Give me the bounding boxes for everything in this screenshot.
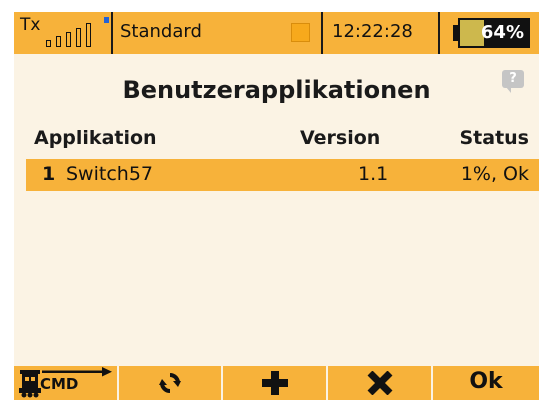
row-status: 1%, Ok — [460, 163, 529, 185]
help-icon-tail — [506, 87, 511, 93]
signal-bar-2 — [56, 36, 61, 47]
screen: Tx Standard 12:22:28 64% Benutzerapplika… — [14, 12, 539, 400]
status-divider — [321, 12, 323, 54]
status-bar: Tx Standard 12:22:28 64% — [14, 12, 539, 54]
ok-button[interactable]: Ok — [433, 366, 539, 400]
x-icon — [367, 371, 393, 395]
signal-bar-3 — [66, 32, 71, 47]
ok-label: Ok — [469, 369, 503, 394]
page-title: Benutzerapplikationen — [122, 76, 431, 104]
clock-time: 12:22:28 — [332, 21, 413, 42]
status-divider — [438, 12, 440, 54]
help-icon-glyph: ? — [509, 71, 517, 86]
add-button[interactable] — [223, 366, 326, 400]
tx-label: Tx — [20, 15, 41, 35]
table-row[interactable]: 1 Switch57 1.1 1%, Ok — [26, 159, 539, 191]
status-divider — [111, 12, 113, 54]
tx-signal-indicator: Tx — [18, 15, 110, 53]
help-icon[interactable]: ? — [502, 70, 524, 93]
battery-percent: 64% — [480, 22, 524, 43]
row-app-name: Switch57 — [66, 163, 153, 185]
bottom-toolbar: CMD Ok — [14, 366, 539, 400]
delete-button[interactable] — [328, 366, 431, 400]
model-name: Standard — [120, 21, 202, 42]
signal-bar-1 — [46, 40, 51, 47]
row-version: 1.1 — [358, 163, 389, 185]
signal-bar-5 — [86, 23, 91, 47]
refresh-icon — [159, 373, 181, 393]
status-square-icon — [291, 23, 310, 42]
battery-icon: 64% — [458, 18, 530, 48]
receiver-indicator-icon — [104, 17, 109, 23]
column-header-application: Applikation — [34, 127, 157, 149]
train-cmd-icon — [19, 370, 41, 398]
cmd-label: CMD — [40, 375, 79, 393]
plus-icon — [262, 371, 288, 395]
column-header-status: Status — [459, 127, 529, 149]
refresh-button[interactable] — [119, 366, 221, 400]
column-header-version: Version — [300, 127, 381, 149]
row-index: 1 — [42, 163, 56, 185]
cmd-button[interactable]: CMD — [14, 366, 117, 400]
signal-bar-4 — [76, 28, 81, 47]
